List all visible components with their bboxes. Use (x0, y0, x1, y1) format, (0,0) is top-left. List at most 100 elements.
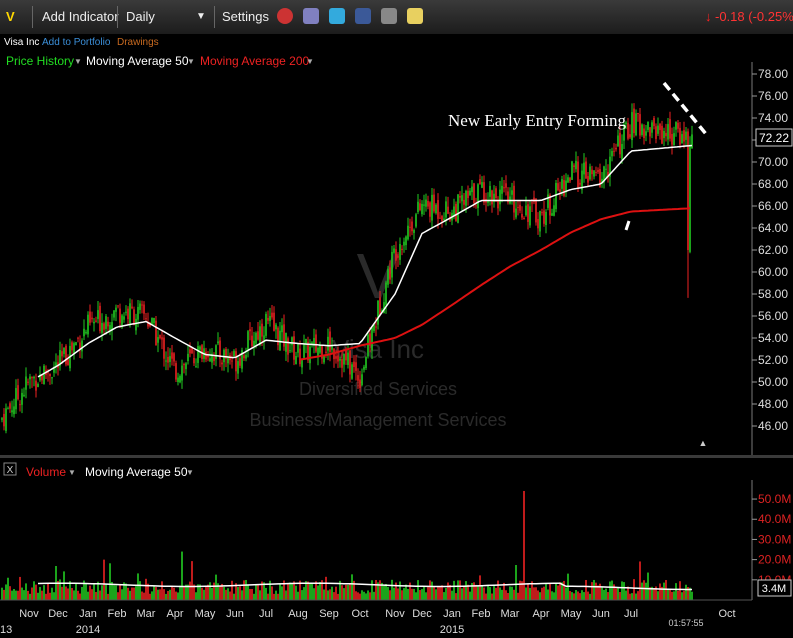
candle-body (375, 326, 377, 328)
volume-bar (53, 592, 55, 600)
volume-bar (251, 588, 253, 600)
volume-bar (47, 583, 49, 600)
candle-body (427, 200, 429, 207)
volume-tick-label: 40.0M (758, 512, 791, 526)
candle-body (453, 206, 455, 216)
candle-body (587, 176, 589, 183)
volume-bar (107, 593, 109, 600)
candle-body (635, 113, 637, 136)
volume-bar (563, 580, 565, 600)
candle-body (183, 364, 185, 366)
candle-body (579, 182, 581, 185)
candle-body (387, 269, 389, 285)
volume-bar (319, 582, 321, 600)
volume-bar (485, 593, 487, 600)
volume-bar (255, 584, 257, 600)
month-label: Dec (412, 608, 432, 620)
volume-bar (459, 580, 461, 600)
volume-bar (643, 580, 645, 600)
volume-bar (179, 585, 181, 600)
volume-bar (411, 588, 413, 600)
chevron-down-icon[interactable]: ▼ (68, 468, 76, 477)
legend-volume[interactable]: Volume (26, 465, 66, 479)
scroll-up-icon[interactable]: ▲ (699, 438, 708, 448)
candle-body (255, 332, 257, 344)
volume-bar (505, 590, 507, 600)
price-tick-label: 58.00 (758, 287, 788, 301)
candle-body (391, 252, 393, 278)
candle-body (557, 183, 559, 191)
candle-body (569, 177, 571, 182)
candle-body (99, 305, 101, 332)
volume-bar (425, 592, 427, 600)
pane-divider[interactable] (0, 455, 793, 458)
volume-bar (457, 580, 459, 600)
candle-body (413, 229, 415, 233)
volume-bar (247, 584, 249, 600)
candle-body (471, 186, 473, 193)
chevron-down-icon[interactable]: ▼ (186, 468, 194, 477)
volume-bar (389, 590, 391, 600)
candle-body (71, 342, 73, 351)
volume-bar (11, 590, 13, 600)
volume-bar (335, 586, 337, 600)
legend-volume-ma50[interactable]: Moving Average 50 (85, 465, 188, 479)
candle-body (475, 205, 477, 207)
volume-bar (341, 585, 343, 600)
volume-bar (493, 585, 495, 600)
entry-marker[interactable] (624, 220, 631, 231)
watermark-sector: Diversified Services (299, 379, 457, 399)
candle-body (663, 130, 665, 139)
volume-bar (233, 593, 235, 600)
candle-body (123, 316, 125, 320)
candle-body (445, 201, 447, 218)
candle-body (495, 188, 497, 198)
volume-bar (419, 590, 421, 600)
volume-bar (359, 593, 361, 600)
volume-bar (169, 589, 171, 600)
candle-body (497, 200, 499, 209)
volume-bar (371, 580, 373, 600)
candle-body (463, 199, 465, 205)
candle-body (347, 352, 349, 365)
candle-body (527, 204, 529, 222)
year-label-fragment: 13 (0, 624, 12, 636)
candle-body (641, 124, 643, 135)
close-icon[interactable]: X (7, 465, 14, 476)
volume-bar (417, 580, 419, 600)
volume-bar (657, 591, 659, 600)
volume-bar (449, 584, 451, 600)
volume-bar (557, 585, 559, 600)
year-label: 2014 (76, 624, 100, 636)
candle-body (543, 210, 545, 224)
candle-body (371, 327, 373, 351)
volume-bar (175, 591, 177, 600)
candle-body (35, 380, 37, 391)
price-volume-chart[interactable]: V Visa Inc Diversified Services Business… (0, 0, 793, 638)
volume-bar (431, 581, 433, 600)
volume-bar (329, 589, 331, 600)
volume-bar (587, 591, 589, 600)
volume-bar (297, 591, 299, 600)
volume-bar (541, 587, 543, 600)
candle-body (17, 385, 19, 400)
volume-bar (611, 580, 613, 600)
volume-bar (619, 592, 621, 600)
month-label: Jan (443, 608, 461, 620)
volume-bar (445, 588, 447, 600)
volume-bar (361, 590, 363, 600)
volume-bar (105, 584, 107, 600)
volume-bar (267, 593, 269, 600)
volume-bar (125, 583, 127, 600)
volume-bar (61, 586, 63, 600)
volume-bar (173, 587, 175, 600)
volume-bar (65, 586, 67, 600)
volume-bar (43, 585, 45, 600)
volume-bar (189, 581, 191, 600)
candle-body (447, 206, 449, 214)
volume-bar (553, 592, 555, 600)
candle-body (75, 342, 77, 346)
candle-body (269, 316, 271, 321)
candle-body (177, 377, 179, 383)
candle-body (627, 123, 629, 139)
